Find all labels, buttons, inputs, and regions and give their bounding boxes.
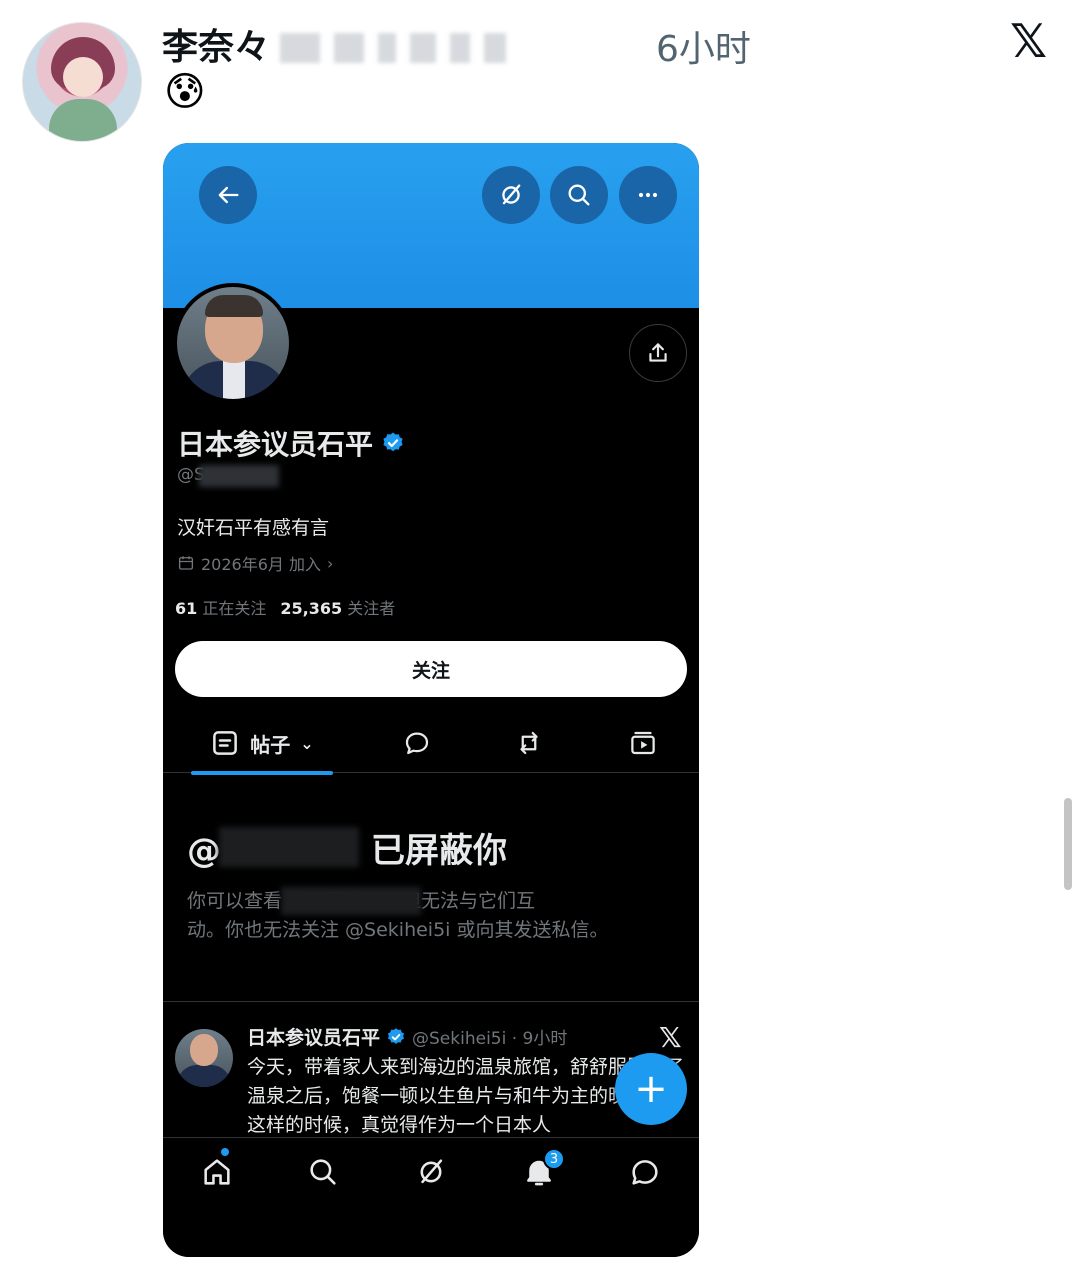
tab-media[interactable]	[625, 713, 661, 773]
more-button[interactable]	[619, 166, 677, 224]
nav-messages[interactable]	[625, 1152, 665, 1192]
notification-badge: 3	[543, 1148, 565, 1170]
divider	[163, 1001, 699, 1002]
author-avatar[interactable]	[22, 22, 142, 142]
share-icon	[649, 343, 667, 362]
avatar-dress	[49, 99, 117, 141]
avatar-face	[63, 57, 103, 97]
share-button[interactable]	[629, 324, 687, 382]
tab-posts-label: 帖子	[250, 732, 291, 757]
followers-count: 25,365	[280, 599, 343, 618]
search-icon	[310, 1159, 336, 1185]
reply-icon	[405, 732, 429, 755]
verified-badge-icon	[388, 1027, 405, 1044]
chevron-right-icon: ›	[327, 553, 334, 573]
post-avatar[interactable]	[175, 1029, 233, 1087]
post-author[interactable]: 日本参议员石平	[247, 1023, 380, 1050]
post-meta: @Sekihei5i · 9小时	[412, 1029, 568, 1049]
blocked-title-redaction	[219, 827, 359, 867]
profile-tabs: 帖子 ⌄	[163, 713, 699, 775]
profile-display-name: 日本参议员石平	[177, 428, 374, 461]
home-icon	[204, 1159, 230, 1185]
profile-bio: 汉奸石平有感有言	[177, 517, 330, 539]
nav-grok[interactable]	[411, 1152, 451, 1192]
bottom-nav: 3	[163, 1137, 699, 1257]
grok-button[interactable]	[482, 166, 540, 224]
following-label: 正在关注	[202, 599, 267, 618]
scrollbar[interactable]	[1064, 798, 1072, 890]
blurred-handle	[280, 30, 640, 66]
profile-avatar[interactable]	[173, 283, 293, 403]
home-notification-dot	[221, 1148, 229, 1156]
embedded-screenshot[interactable]: 日本参议员石平 @S 汉奸石平有感有言 2026年6月 加入 › 61 正在关注…	[163, 143, 699, 1257]
avatar-suit	[177, 1065, 231, 1087]
message-icon	[632, 1160, 658, 1185]
following-stat[interactable]: 61 正在关注	[175, 595, 266, 619]
post-header: 日本参议员石平 @Sekihei5i · 9小时	[247, 1023, 567, 1050]
x-logo-icon: 𝕏	[659, 1021, 682, 1054]
posts-icon	[213, 731, 238, 755]
avatar-head	[190, 1034, 218, 1066]
follow-button[interactable]: 关注	[175, 641, 687, 697]
search-button[interactable]	[550, 166, 608, 224]
blocked-line-2: 动。你也无法关注 @Sekihei5i 或向其发送私信。	[187, 919, 609, 941]
joined-text: 2026年6月 加入	[201, 555, 321, 574]
grok-icon	[420, 1159, 443, 1184]
verified-badge-icon[interactable]	[381, 431, 405, 455]
grok-icon	[502, 184, 521, 205]
tab-replies[interactable]	[399, 713, 435, 773]
repost-icon	[520, 731, 538, 755]
x-logo-icon[interactable]: 𝕏	[1010, 18, 1047, 64]
author-name[interactable]: 李奈々	[162, 18, 270, 70]
tweet-emoji: 😰	[164, 69, 206, 115]
followers-label: 关注者	[347, 599, 396, 618]
profile-name-row: 日本参议员石平	[177, 423, 405, 463]
blocked-text-redaction	[281, 887, 421, 915]
compose-button[interactable]: +	[615, 1053, 687, 1125]
arrow-left-icon	[218, 186, 239, 204]
tab-reposts[interactable]	[511, 713, 547, 773]
chevron-down-icon: ⌄	[300, 733, 314, 753]
handle-redaction	[199, 465, 279, 487]
media-icon	[631, 731, 655, 755]
follow-stats: 61 正在关注 25,365 关注者	[175, 595, 395, 619]
blocked-title-prefix: @	[187, 831, 221, 871]
blocked-line-1: 你可以查看 的公开帖子，但无法与它们互	[187, 890, 535, 912]
search-icon	[568, 184, 590, 206]
followers-stat[interactable]: 25,365 关注者	[280, 595, 395, 619]
more-dots-icon	[638, 192, 658, 198]
tab-posts[interactable]: 帖子 ⌄	[191, 713, 333, 775]
calendar-icon	[178, 556, 194, 570]
blocked-message: 你可以查看 的公开帖子，但无法与它们互 动。你也无法关注 @Sekihei5i …	[187, 887, 677, 945]
nav-search[interactable]	[303, 1152, 343, 1192]
avatar-hair	[205, 295, 263, 317]
following-count: 61	[175, 599, 198, 618]
blocked-title-suffix: 已屏蔽你	[371, 831, 507, 871]
tweet-time: 6小时	[656, 29, 751, 70]
avatar-shirt	[223, 361, 245, 399]
joined-date[interactable]: 2026年6月 加入 ›	[177, 551, 333, 575]
active-tab-indicator	[191, 771, 333, 775]
back-button[interactable]	[199, 166, 257, 224]
nav-home[interactable]	[197, 1152, 237, 1192]
